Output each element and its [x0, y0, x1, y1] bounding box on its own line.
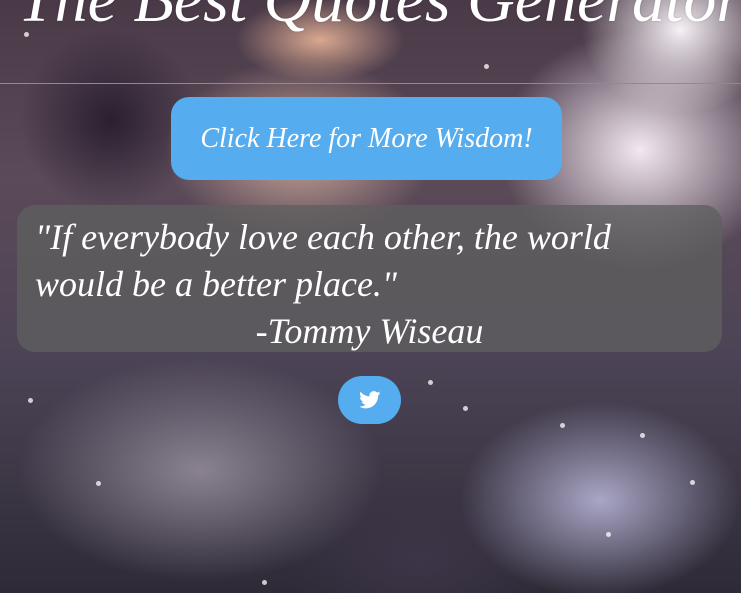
quote-text: "If everybody love each other, the world…: [35, 217, 611, 304]
quote-author: -Tommy Wiseau: [255, 311, 484, 351]
divider: [0, 83, 741, 84]
page-title: The Best Quotes Generator: [0, 0, 741, 38]
more-wisdom-button[interactable]: Click Here for More Wisdom!: [171, 97, 562, 180]
tweet-button[interactable]: [338, 376, 401, 424]
twitter-icon: [358, 391, 381, 409]
quote-box: "If everybody love each other, the world…: [17, 205, 722, 352]
